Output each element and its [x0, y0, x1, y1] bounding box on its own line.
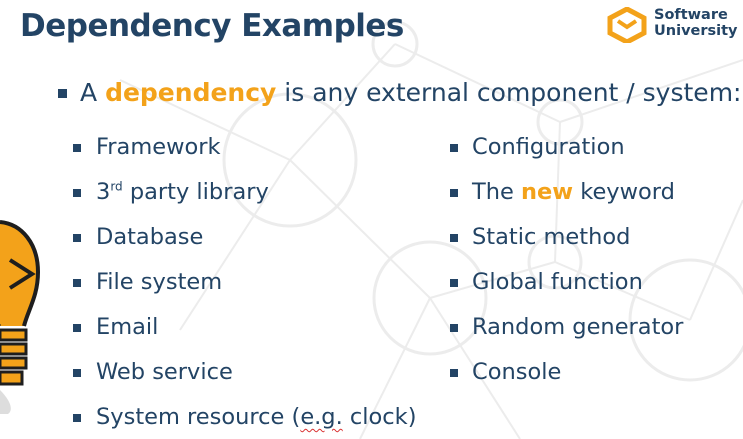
list-item-email: Email [96, 314, 159, 340]
intro-highlight: dependency [105, 78, 277, 107]
lightbulb-icon [0, 220, 41, 414]
bullet-square [450, 144, 458, 152]
bullet-square [450, 234, 458, 242]
list-item-new-keyword: The new keyword [472, 179, 675, 205]
list-item-random-generator: Random generator [472, 314, 684, 340]
list-item-web-service: Web service [96, 359, 233, 385]
bullet-square [450, 279, 458, 287]
bullet-square [73, 414, 81, 422]
list-item-global-function: Global function [472, 269, 643, 295]
bullet-square [73, 189, 81, 197]
label-part: The [472, 179, 521, 205]
list-item-framework: Framework [96, 134, 221, 160]
software-university-logo: Software University [606, 5, 738, 45]
label-superscript: rd [110, 179, 123, 194]
logo-text: Software University [654, 7, 738, 39]
bullet-square [450, 369, 458, 377]
spellcheck-underlined-text: e.g. [300, 404, 343, 430]
label-part: keyword [573, 179, 675, 205]
label-part: 3 [96, 179, 111, 205]
intro-suffix: is any external component / system: [276, 78, 742, 107]
list-item-database: Database [96, 224, 204, 250]
list-item-file-system: File system [96, 269, 223, 295]
keyword-highlight: new [521, 179, 574, 205]
list-item-static-method: Static method [472, 224, 631, 250]
label-part: clock) [342, 404, 417, 430]
label-part: System resource ( [96, 404, 301, 430]
software-university-logo-icon [607, 7, 647, 43]
logo-line-1: Software [654, 7, 728, 23]
bullet-square [450, 324, 458, 332]
bullet-square [73, 324, 81, 332]
bullet-square [73, 279, 81, 287]
bullet-square [73, 144, 81, 152]
label-part: party library [122, 179, 269, 205]
list-item-console: Console [472, 359, 562, 385]
page-title: Dependency Examples [20, 8, 404, 44]
intro-text: A dependency is any external component /… [80, 78, 741, 107]
logo-line-2: University [654, 23, 738, 39]
bullet-square [450, 189, 458, 197]
list-item-system-resource: System resource (e.g. clock) [96, 404, 416, 430]
bullet-square [58, 89, 67, 98]
intro-prefix: A [80, 78, 106, 107]
bullet-square [73, 369, 81, 377]
list-item-configuration: Configuration [472, 134, 625, 160]
bullet-square [73, 234, 81, 242]
list-item-third-party-library: 3rd party library [96, 179, 269, 205]
